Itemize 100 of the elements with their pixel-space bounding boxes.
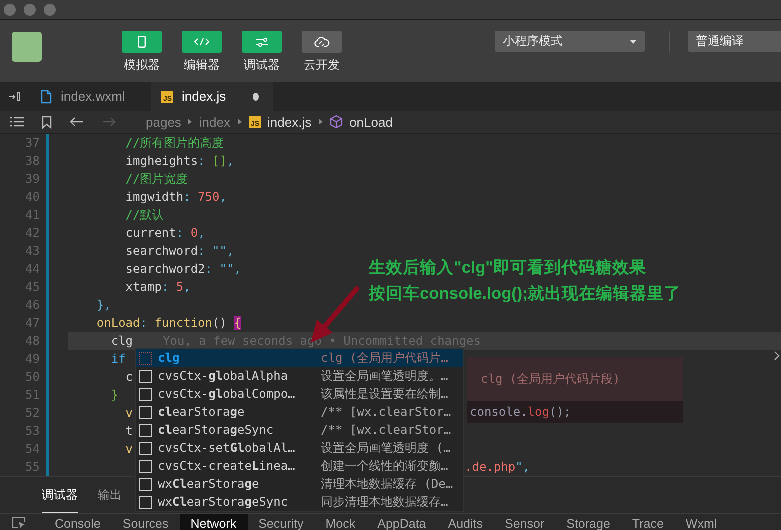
- line-number: 40: [24, 190, 40, 204]
- breadcrumb-item[interactable]: onLoad: [350, 114, 393, 130]
- annotation-text: 按回车console.log();就出现在编辑器里了: [369, 284, 682, 305]
- devtools-tab[interactable]: Wxml: [674, 514, 728, 530]
- suggestion-item[interactable]: cvsCtx-createLinea… 创建一个线性的渐变颜…: [136, 457, 463, 475]
- devtools-tab[interactable]: Network: [180, 514, 248, 530]
- cloud-button[interactable]: [302, 31, 342, 53]
- line-number: 46: [24, 298, 40, 312]
- devtools-tab[interactable]: Trace: [621, 514, 675, 530]
- snippet-icon: [139, 496, 152, 508]
- chevron-icon: [188, 119, 192, 125]
- collapse-sidebar-icon[interactable]: [9, 92, 21, 102]
- snippet-icon: [139, 406, 152, 418]
- code-token: 750: [198, 190, 220, 204]
- code-token: []: [212, 154, 227, 168]
- line-number: 49: [24, 352, 40, 366]
- unsaved-dot-icon: [253, 92, 259, 100]
- line-number: 43: [24, 244, 40, 258]
- devtools-tab[interactable]: Console: [44, 514, 112, 530]
- suggestion-item[interactable]: cvsCtx-globalCompo… 该属性是设置要在绘制…: [136, 385, 463, 403]
- list-icon[interactable]: [10, 117, 24, 127]
- code-token: //默认: [124, 206, 164, 224]
- bookmark-icon[interactable]: [42, 116, 52, 128]
- snippet-icon: [139, 442, 152, 454]
- line-number: 51: [24, 388, 40, 402]
- suggestion-item[interactable]: clearStorageSync /** [wx.clearStor…: [136, 421, 463, 439]
- code-token: : "",: [198, 244, 234, 258]
- chevron-icon[interactable]: [774, 351, 780, 361]
- code-token: imgheights: [124, 154, 198, 168]
- code-icon: [194, 38, 210, 46]
- code-token: if: [110, 352, 126, 366]
- devtools-tab[interactable]: Sources: [112, 514, 180, 530]
- code-token: {: [234, 316, 242, 330]
- chevron-icon: [318, 119, 323, 125]
- line-number: 37: [24, 136, 40, 150]
- devtools-tab[interactable]: Mock: [314, 514, 367, 530]
- line-number: 48: [24, 334, 40, 348]
- devtools-tab[interactable]: Audits: [437, 514, 494, 530]
- toolbar-label: 调试器: [244, 57, 280, 74]
- phone-icon: [138, 36, 146, 48]
- code-token: searchword2: [124, 262, 206, 276]
- details-title: clg (全局用户代码片段): [480, 371, 622, 388]
- code-token: :: [162, 280, 170, 294]
- file-icon: [41, 90, 52, 104]
- code-token: current: [124, 226, 176, 240]
- code-token: xtamp: [124, 280, 162, 294]
- line-number: 39: [24, 172, 40, 186]
- back-arrow-icon[interactable]: [70, 117, 84, 127]
- breadcrumb-item[interactable]: index: [199, 114, 230, 130]
- panel-tab[interactable]: 输出: [98, 476, 122, 514]
- line-number: 50: [24, 370, 40, 384]
- code-token: ",: [516, 460, 530, 474]
- close-window-button[interactable]: [4, 4, 16, 16]
- debugger-button[interactable]: [242, 31, 282, 53]
- code-token: v: [124, 442, 134, 456]
- code-token: 0: [190, 226, 198, 240]
- code-token: ,: [220, 190, 227, 204]
- snippet-icon: [139, 424, 152, 436]
- code-token: console.: [470, 405, 528, 419]
- forward-arrow-icon[interactable]: [102, 117, 116, 127]
- snippet-icon: [139, 352, 152, 364]
- compile-dropdown[interactable]: 普通编译: [688, 31, 781, 52]
- minimize-window-button[interactable]: [24, 4, 36, 16]
- annotation-text: 生效后输入"clg"即可看到代码糖效果: [369, 258, 648, 279]
- editor-button[interactable]: [182, 31, 222, 53]
- line-number: 53: [24, 424, 40, 438]
- zoom-window-button[interactable]: [44, 4, 56, 16]
- code-token: : "",: [205, 262, 242, 276]
- suggestion-item[interactable]: clearStorage /** [wx.clearStor…: [136, 403, 463, 421]
- code-token: ,: [226, 154, 234, 168]
- code-token: onLoad: [96, 316, 140, 330]
- line-number: 47: [24, 316, 40, 330]
- code-token: :: [140, 316, 148, 330]
- line-number: 42: [24, 226, 40, 240]
- suggestion-item[interactable]: cvsCtx-setGlobalAl… 设置全局画笔透明度 (…: [136, 439, 463, 457]
- snippet-icon: [139, 478, 152, 490]
- line-number: 52: [24, 406, 40, 420]
- inspect-element-icon[interactable]: [12, 517, 26, 529]
- code-token: ,: [198, 226, 206, 240]
- devtools-tab[interactable]: Sensor: [494, 514, 556, 530]
- code-token: imgwidth: [124, 190, 184, 204]
- suggestion-item[interactable]: clg clg (全局用户代码片…: [136, 349, 463, 367]
- code-token: ();: [549, 405, 572, 419]
- breadcrumb-item[interactable]: index.js: [268, 114, 312, 130]
- code-token: searchword: [124, 244, 198, 258]
- suggestion-item[interactable]: wxClearStorageSync 同步清理本地数据缓存…: [136, 493, 463, 511]
- code-token: v: [124, 406, 134, 420]
- mode-dropdown[interactable]: 小程序模式: [495, 31, 645, 52]
- snippet-icon: [139, 460, 152, 472]
- suggestion-item[interactable]: cvsCtx-globalAlpha 设置全局画笔透明度。…: [136, 367, 463, 385]
- code-token: log: [528, 405, 550, 419]
- suggestion-item[interactable]: wxClearStorage 清理本地数据缓存 (De…: [136, 475, 463, 493]
- code-token: clg: [110, 334, 134, 348]
- line-number: 38: [24, 154, 40, 168]
- code-token: }: [110, 388, 119, 402]
- code-token: :: [176, 226, 185, 240]
- simulator-button[interactable]: [122, 31, 162, 53]
- file-tab[interactable]: index.wxml: [31, 82, 151, 111]
- breadcrumb-item[interactable]: pages: [146, 114, 182, 130]
- cloud-link-icon: [314, 36, 330, 48]
